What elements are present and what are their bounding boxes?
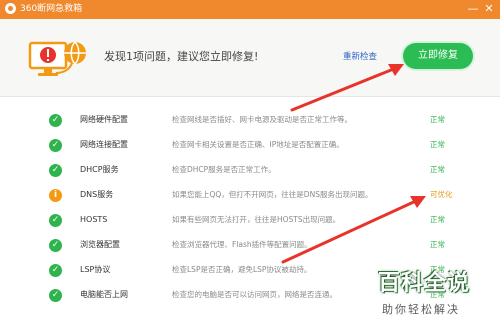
list-item: i DNS服务 如果您能上QQ，但打不开网页，往往是DNS服务出现问题。 可优化 xyxy=(0,183,500,207)
watermark: 百科全说 助你轻松解决 xyxy=(372,268,498,328)
item-name: 浏览器配置 xyxy=(80,240,120,249)
list-item: ✓ 浏览器配置 检查浏览器代理、Flash插件等配置问题。 正常 xyxy=(0,233,500,257)
info-warning-icon: i xyxy=(49,189,62,202)
item-name: 电脑能否上网 xyxy=(80,290,128,299)
check-ok-icon: ✓ xyxy=(49,114,62,127)
item-status: 正常 xyxy=(430,215,445,224)
watermark-title: 百科全说 xyxy=(378,271,471,296)
item-description: 如果您能上QQ，但打不开网页，往往是DNS服务出现问题。 xyxy=(172,190,373,199)
item-description: 检查LSP是否正确，避免LSP协议被劫持。 xyxy=(172,265,312,274)
item-name: HOSTS xyxy=(80,215,108,224)
item-name: 网络硬件配置 xyxy=(80,115,128,124)
check-ok-icon: ✓ xyxy=(49,164,62,177)
item-status: 正常 xyxy=(430,165,445,174)
item-name: DNS服务 xyxy=(80,190,114,199)
watermark-subtitle: 助你轻松解决 xyxy=(382,303,460,316)
minimize-button[interactable]: — xyxy=(466,2,480,16)
recheck-link[interactable]: 重新检查 xyxy=(343,51,377,63)
close-button[interactable]: ✕ xyxy=(482,2,496,16)
app-logo-icon xyxy=(5,3,16,14)
title-bar: 360断网急救箱 — ✕ xyxy=(0,0,500,19)
check-ok-icon: ✓ xyxy=(49,214,62,227)
check-ok-icon: ✓ xyxy=(49,139,62,152)
fix-now-button[interactable]: 立即修复 xyxy=(403,43,473,69)
result-header: 发现1项问题，建议您立即修复! 重新检查 立即修复 xyxy=(0,19,500,97)
item-description: 检查网卡相关设置是否正确、IP地址是否配置正确。 xyxy=(172,140,344,149)
item-description: 如果有些网页无法打开，往往是HOSTS出现问题。 xyxy=(172,215,341,224)
item-name: LSP协议 xyxy=(80,265,111,274)
item-status: 正常 xyxy=(430,115,445,124)
monitor-warning-icon xyxy=(28,41,86,76)
list-item: ✓ 网络连接配置 检查网卡相关设置是否正确、IP地址是否配置正确。 正常 xyxy=(0,133,500,157)
item-status-optimizable[interactable]: 可优化 xyxy=(430,189,453,201)
check-ok-icon: ✓ xyxy=(49,264,62,277)
check-ok-icon: ✓ xyxy=(49,239,62,252)
list-item: ✓ DHCP服务 检查DHCP服务是否正常工作。 正常 xyxy=(0,158,500,182)
item-description: 检查DHCP服务是否正常工作。 xyxy=(172,165,276,174)
item-description: 检查浏览器代理、Flash插件等配置问题。 xyxy=(172,240,312,249)
item-status: 正常 xyxy=(430,240,445,249)
header-message: 发现1项问题，建议您立即修复! xyxy=(104,50,259,63)
list-item: ✓ 网络硬件配置 检查网线是否插好、网卡电源及驱动是否正常工作等。 正常 xyxy=(0,108,500,132)
item-name: DHCP服务 xyxy=(80,165,119,174)
item-description: 检查网线是否插好、网卡电源及驱动是否正常工作等。 xyxy=(172,115,352,124)
item-status: 正常 xyxy=(430,140,445,149)
window-title: 360断网急救箱 xyxy=(20,4,83,14)
item-name: 网络连接配置 xyxy=(80,140,128,149)
list-item: ✓ HOSTS 如果有些网页无法打开，往往是HOSTS出现问题。 正常 xyxy=(0,208,500,232)
item-description: 检查您的电脑是否可以访问网页，网络是否连通。 xyxy=(172,290,337,299)
check-ok-icon: ✓ xyxy=(49,289,62,302)
